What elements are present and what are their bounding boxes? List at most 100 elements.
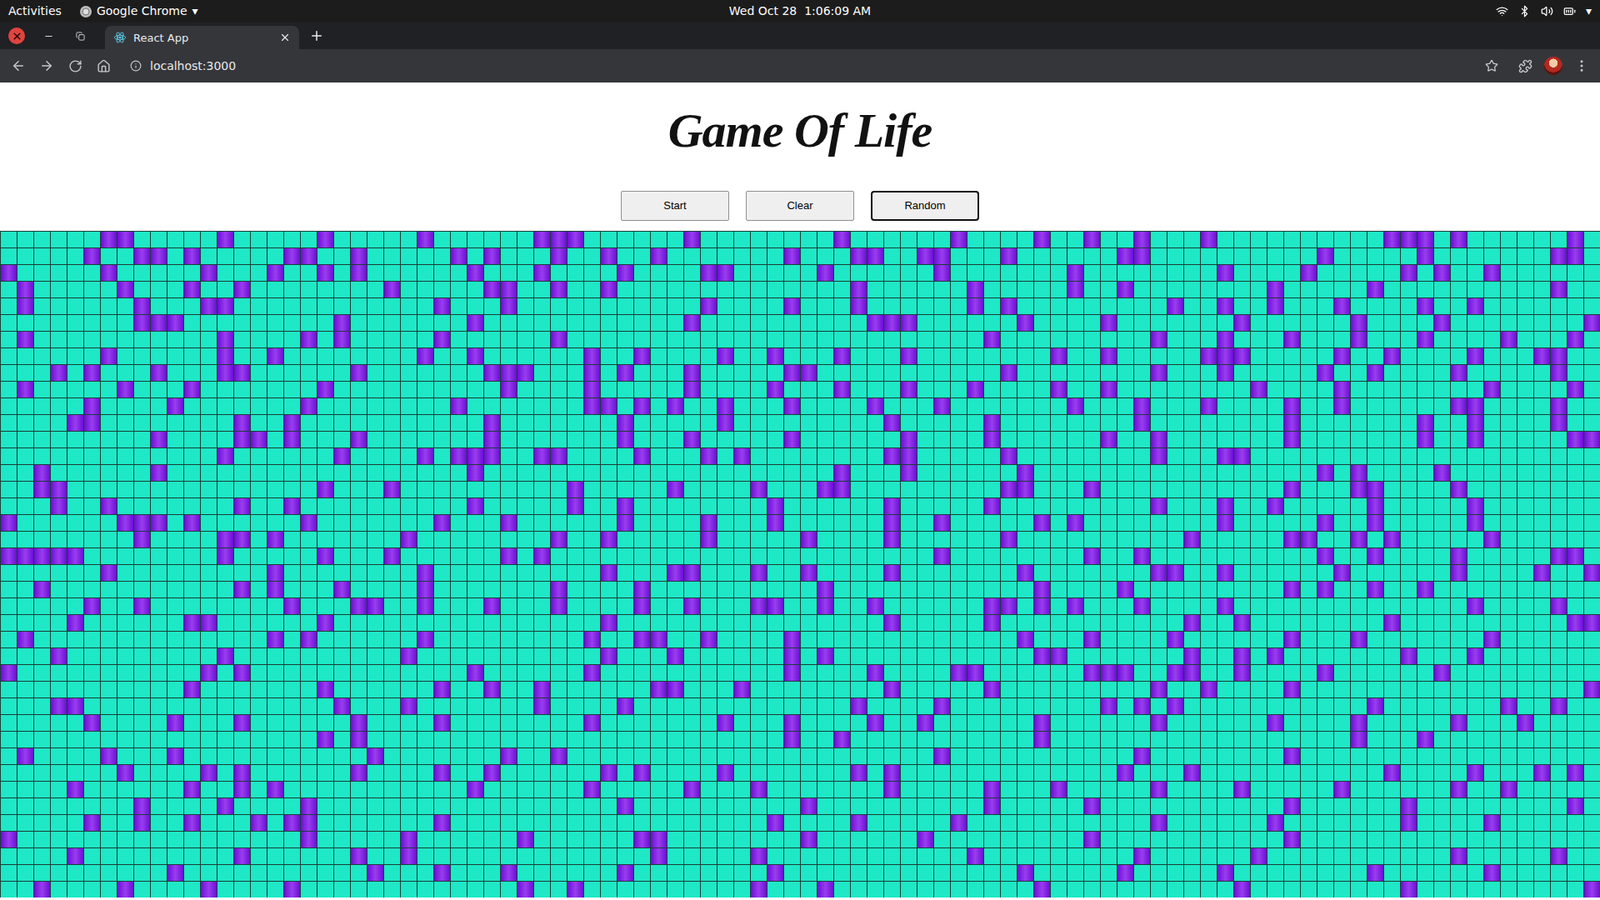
grid-cell[interactable]: [384, 465, 400, 481]
grid-cell[interactable]: [1500, 348, 1517, 365]
grid-cell[interactable]: [400, 381, 417, 398]
grid-cell[interactable]: [1450, 548, 1467, 565]
grid-cell[interactable]: [1067, 531, 1084, 548]
grid-cell[interactable]: [734, 448, 750, 465]
grid-cell[interactable]: [1367, 281, 1384, 298]
grid-cell[interactable]: [1217, 415, 1234, 431]
grid-cell[interactable]: [834, 548, 850, 565]
grid-cell[interactable]: [1267, 265, 1284, 281]
grid-cell[interactable]: [1284, 531, 1300, 548]
grid-cell[interactable]: [134, 365, 150, 381]
grid-cell[interactable]: [917, 481, 934, 498]
grid-cell[interactable]: [1534, 498, 1550, 515]
grid-cell[interactable]: [1167, 431, 1184, 448]
grid-cell[interactable]: [834, 531, 850, 548]
grid-cell[interactable]: [1017, 248, 1034, 265]
grid-cell[interactable]: [717, 331, 734, 348]
grid-cell[interactable]: [1117, 448, 1134, 465]
grid-cell[interactable]: [1334, 248, 1350, 265]
grid-cell[interactable]: [700, 331, 717, 348]
grid-cell[interactable]: [617, 398, 634, 415]
grid-cell[interactable]: [734, 348, 750, 365]
grid-cell[interactable]: [550, 465, 567, 481]
grid-cell[interactable]: [584, 448, 600, 465]
grid-cell[interactable]: [1467, 315, 1484, 331]
grid-cell[interactable]: [634, 381, 650, 398]
grid-cell[interactable]: [1217, 298, 1234, 315]
grid-cell[interactable]: [1134, 281, 1150, 298]
grid-cell[interactable]: [1150, 431, 1167, 448]
grid-cell[interactable]: [534, 415, 550, 431]
grid-cell[interactable]: [67, 248, 84, 265]
grid-cell[interactable]: [750, 231, 767, 248]
grid-cell[interactable]: [34, 331, 50, 348]
close-window-button[interactable]: [8, 27, 25, 45]
grid-cell[interactable]: [567, 265, 584, 281]
grid-cell[interactable]: [1450, 265, 1467, 281]
grid-cell[interactable]: [184, 448, 200, 465]
grid-cell[interactable]: [1550, 365, 1567, 381]
grid-cell[interactable]: [1384, 298, 1400, 315]
grid-cell[interactable]: [167, 415, 184, 431]
grid-cell[interactable]: [667, 315, 684, 331]
grid-cell[interactable]: [734, 531, 750, 548]
grid-cell[interactable]: [167, 248, 184, 265]
grid-cell[interactable]: [367, 515, 384, 531]
grid-cell[interactable]: [634, 398, 650, 415]
grid-cell[interactable]: [50, 465, 67, 481]
grid-cell[interactable]: [1117, 365, 1134, 381]
grid-cell[interactable]: [1417, 531, 1434, 548]
grid-cell[interactable]: [350, 565, 367, 581]
grid-cell[interactable]: [1484, 231, 1500, 248]
grid-cell[interactable]: [450, 265, 467, 281]
grid-cell[interactable]: [950, 248, 967, 265]
grid-cell[interactable]: [1234, 348, 1250, 365]
grid-cell[interactable]: [884, 515, 900, 531]
grid-cell[interactable]: [650, 465, 667, 481]
grid-cell[interactable]: [800, 298, 817, 315]
grid-cell[interactable]: [500, 265, 517, 281]
grid-cell[interactable]: [1484, 265, 1500, 281]
grid-cell[interactable]: [450, 498, 467, 515]
grid-cell[interactable]: [700, 281, 717, 298]
grid-cell[interactable]: [217, 298, 234, 315]
grid-cell[interactable]: [350, 481, 367, 498]
grid-cell[interactable]: [317, 481, 334, 498]
grid-cell[interactable]: [367, 465, 384, 481]
grid-cell[interactable]: [1534, 298, 1550, 315]
grid-cell[interactable]: [650, 531, 667, 548]
grid-cell[interactable]: [1234, 448, 1250, 465]
grid-cell[interactable]: [634, 515, 650, 531]
grid-cell[interactable]: [334, 448, 350, 465]
grid-cell[interactable]: [1100, 265, 1117, 281]
grid-cell[interactable]: [1384, 248, 1400, 265]
grid-cell[interactable]: [1284, 448, 1300, 465]
grid-cell[interactable]: [917, 448, 934, 465]
grid-cell[interactable]: [1517, 431, 1534, 448]
grid-cell[interactable]: [967, 398, 984, 415]
grid-cell[interactable]: [1317, 365, 1334, 381]
grid-cell[interactable]: [317, 448, 334, 465]
grid-cell[interactable]: [1050, 531, 1067, 548]
grid-cell[interactable]: [1350, 531, 1367, 548]
grid-cell[interactable]: [234, 365, 250, 381]
grid-cell[interactable]: [100, 298, 117, 315]
grid-cell[interactable]: [1167, 365, 1184, 381]
grid-cell[interactable]: [667, 365, 684, 381]
grid-cell[interactable]: [67, 348, 84, 365]
grid-cell[interactable]: [1250, 265, 1267, 281]
grid-cell[interactable]: [900, 415, 917, 431]
grid-cell[interactable]: [1384, 498, 1400, 515]
grid-cell[interactable]: [967, 498, 984, 515]
grid-cell[interactable]: [884, 365, 900, 381]
grid-cell[interactable]: [117, 298, 134, 315]
grid-cell[interactable]: [750, 498, 767, 515]
grid-cell[interactable]: [1434, 498, 1450, 515]
grid-cell[interactable]: [150, 498, 167, 515]
grid-cell[interactable]: [1334, 481, 1350, 498]
grid-cell[interactable]: [1150, 281, 1167, 298]
grid-cell[interactable]: [1100, 548, 1117, 565]
grid-cell[interactable]: [467, 298, 484, 315]
grid-cell[interactable]: [0, 565, 17, 581]
grid-cell[interactable]: [200, 265, 217, 281]
